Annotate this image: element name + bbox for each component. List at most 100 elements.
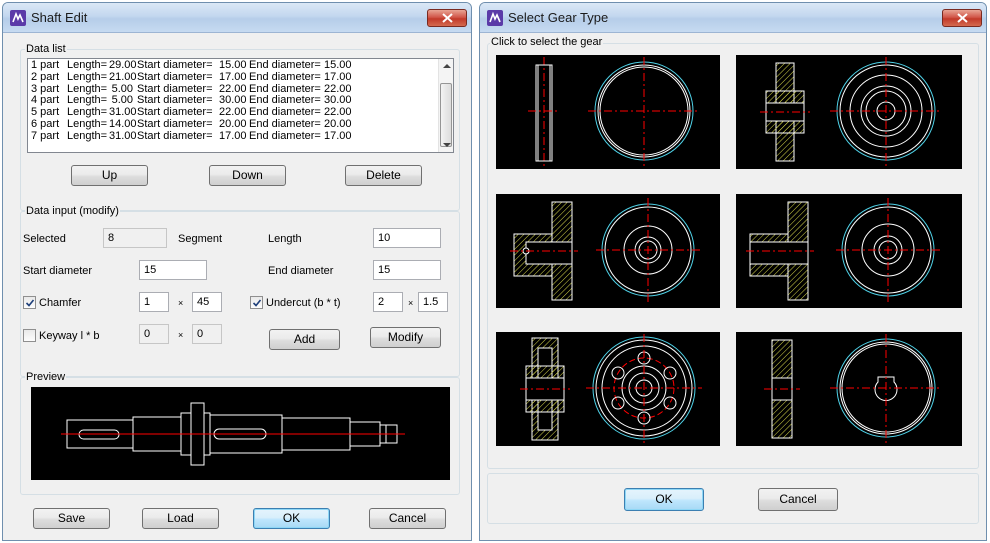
row-end-prefix: End diameter=	[249, 117, 321, 130]
cancel-button[interactable]: Cancel	[758, 488, 838, 511]
gear-footer-group	[487, 473, 979, 524]
chamfer-checkbox[interactable]	[23, 296, 36, 309]
flange-pin-gear-drawing	[510, 198, 700, 304]
data-list-group: Data list 1 part Length= 29.00Start diamet…	[20, 43, 460, 211]
undercut-t-input[interactable]: 1.5	[418, 292, 448, 312]
undercut-b-input[interactable]: 2	[373, 292, 403, 312]
row-start-prefix: Start diameter=	[137, 70, 213, 83]
list-scrollbar[interactable]	[438, 59, 453, 152]
row-start: 20.00	[219, 117, 247, 130]
gear-tile-spur[interactable]	[496, 55, 720, 169]
length-input[interactable]: 10	[373, 228, 441, 248]
gear-tile-flange-pin[interactable]	[496, 194, 720, 308]
row-length: 14.00	[109, 117, 137, 130]
undercut-checkbox[interactable]	[250, 296, 263, 309]
close-icon	[442, 13, 453, 23]
gear-tile-hub[interactable]	[736, 55, 962, 169]
delete-button[interactable]: Delete	[345, 165, 422, 186]
ok-button[interactable]: OK	[253, 508, 330, 529]
chamfer-a-input[interactable]: 1	[139, 292, 169, 312]
keyway-l-input: 0	[139, 324, 169, 344]
gear-tile-flange[interactable]	[736, 194, 962, 308]
close-icon	[957, 13, 968, 23]
chamfer-label[interactable]: Chamfer	[39, 297, 81, 310]
keyway-checkbox[interactable]	[23, 329, 36, 342]
row-end-prefix: End diameter=	[249, 70, 321, 83]
end-diameter-input[interactable]: 15	[373, 260, 441, 280]
scroll-down-icon[interactable]	[443, 143, 451, 147]
row-start: 17.00	[219, 70, 247, 83]
row-end: 17.00	[324, 70, 352, 83]
segment-label: Segment	[178, 233, 223, 245]
gear-tile-web-holes[interactable]	[496, 332, 720, 446]
row-length: 31.00	[109, 129, 137, 142]
row-start-prefix: Start diameter=	[137, 117, 213, 130]
times-sign: ×	[408, 298, 414, 308]
spur-gear-drawing	[528, 57, 700, 167]
list-item[interactable]: 7 part Length= 31.00Start diameter= 17.00 En…	[28, 129, 437, 143]
chamfer-b-input[interactable]: 45	[192, 292, 222, 312]
scroll-thumb[interactable]	[440, 83, 452, 147]
down-button[interactable]: Down	[209, 165, 286, 186]
selected-value: 8	[103, 228, 167, 248]
data-input-label: Data input (modify)	[25, 205, 120, 218]
shaft-edit-window: Shaft Edit Data list 1 part Length= 29.00S…	[2, 2, 472, 541]
keyway-gear-drawing	[764, 334, 942, 444]
hub-gear-drawing	[760, 57, 942, 167]
app-logo-icon	[10, 10, 26, 26]
row-length-prefix: Length=	[67, 129, 108, 142]
row-end: 20.00	[324, 117, 352, 130]
load-button[interactable]: Load	[142, 508, 219, 529]
row-length: 21.00	[109, 70, 137, 83]
gear-tile-keyway[interactable]	[736, 332, 962, 446]
close-button[interactable]	[942, 9, 982, 27]
shaft-edit-titlebar[interactable]: Shaft Edit	[3, 3, 471, 33]
window-title: Select Gear Type	[508, 10, 609, 25]
save-button[interactable]: Save	[33, 508, 110, 529]
row-length-prefix: Length=	[67, 117, 108, 130]
times-sign: ×	[178, 298, 184, 308]
cancel-button[interactable]: Cancel	[369, 508, 446, 529]
check-icon	[252, 299, 262, 307]
selected-label: Selected	[23, 233, 66, 245]
up-button[interactable]: Up	[71, 165, 148, 186]
preview-label: Preview	[25, 371, 67, 384]
web-holes-gear-drawing	[520, 334, 702, 444]
window-title: Shaft Edit	[31, 10, 88, 25]
scroll-up-icon[interactable]	[443, 64, 451, 68]
undercut-label[interactable]: Undercut (b * t)	[266, 297, 341, 310]
list-item[interactable]: 2 part Length= 21.00Start diameter= 17.00 En…	[28, 70, 437, 84]
row-start-prefix: Start diameter=	[137, 129, 213, 142]
ok-button[interactable]: OK	[624, 488, 704, 511]
row-end: 17.00	[324, 129, 352, 142]
length-label: Length	[268, 233, 302, 245]
list-item[interactable]: 6 part Length= 14.00Start diameter= 20.00 En…	[28, 117, 437, 131]
gear-type-titlebar[interactable]: Select Gear Type	[480, 3, 986, 33]
times-sign: ×	[178, 330, 184, 340]
close-button[interactable]	[427, 9, 467, 27]
row-length-prefix: Length=	[67, 70, 108, 83]
shaft-drawing	[61, 402, 405, 466]
shaft-preview-canvas	[31, 387, 450, 480]
flange-gear-drawing	[746, 198, 940, 304]
keyway-label[interactable]: Keyway l * b	[39, 330, 100, 343]
end-diameter-label: End diameter	[268, 265, 334, 277]
app-logo-icon	[487, 10, 503, 26]
data-list-label: Data list	[25, 43, 67, 56]
row-part: 7 part	[31, 129, 60, 142]
row-part: 2 part	[31, 70, 60, 83]
data-listbox[interactable]: 1 part Length= 29.00Start diameter= 15.00 En…	[27, 58, 454, 153]
keyway-b-input: 0	[192, 324, 222, 344]
row-end-prefix: End diameter=	[249, 129, 321, 142]
gear-select-label: Click to select the gear	[490, 36, 604, 49]
preview-group: Preview	[20, 371, 460, 495]
start-diameter-label: Start diameter	[23, 265, 93, 277]
data-input-group: Data input (modify) Selected 8 Segment L…	[20, 205, 460, 377]
row-part: 6 part	[31, 117, 60, 130]
check-icon	[25, 299, 35, 307]
start-diameter-input[interactable]: 15	[139, 260, 207, 280]
modify-button[interactable]: Modify	[370, 327, 441, 348]
row-start: 17.00	[219, 129, 247, 142]
gear-type-window: Select Gear Type Click to select the gea…	[479, 2, 987, 541]
add-button[interactable]: Add	[269, 329, 340, 350]
